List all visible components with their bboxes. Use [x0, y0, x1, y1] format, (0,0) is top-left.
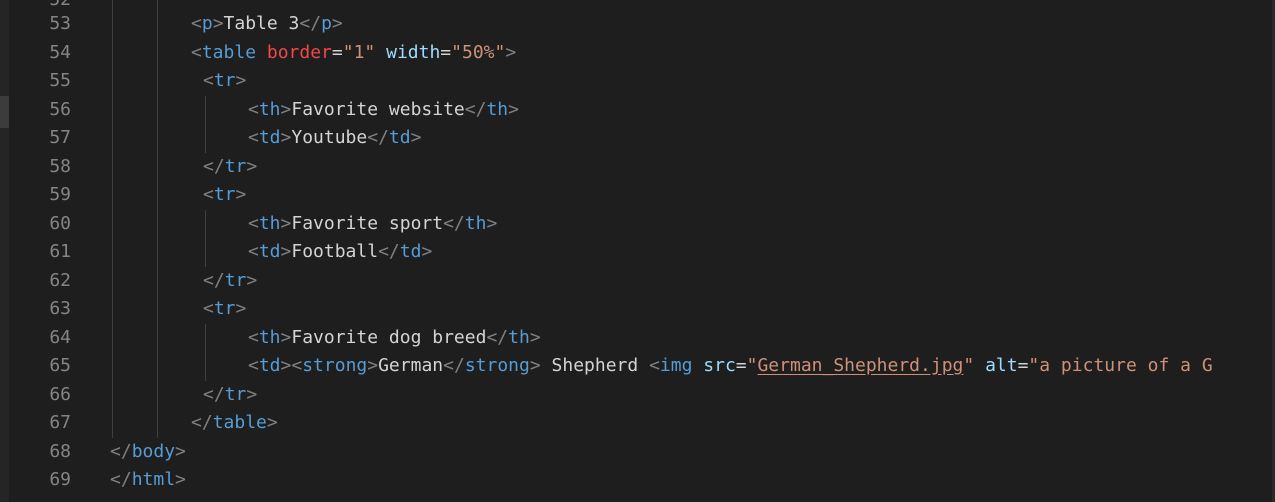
code-line-68: </body> [110, 441, 186, 462]
code-line-58: </tr> [203, 156, 258, 177]
code-line-56: <th>Favorite website</th> [248, 99, 519, 120]
indent-guide [157, 0, 158, 438]
code-editor[interactable]: 52 53 54 55 56 57 58 59 60 61 62 63 64 6… [0, 0, 1275, 502]
line-number: 54 [49, 42, 71, 63]
line-number: 63 [49, 298, 71, 319]
code-line-54: <table border="1" width="50%"> [191, 42, 517, 63]
code-text-area[interactable]: <p>Table 3</p> <table border="1" width="… [110, 0, 1275, 502]
code-line-57: <td>Youtube</td> [248, 127, 422, 148]
line-number: 60 [49, 213, 71, 234]
line-number: 57 [49, 127, 71, 148]
code-line-55: <tr> [203, 70, 247, 91]
line-number: 58 [49, 156, 71, 177]
code-line-64: <th>Favorite dog breed</th> [248, 327, 541, 348]
activity-strip [0, 0, 9, 502]
code-line-63: <tr> [203, 298, 247, 319]
code-line-59: <tr> [203, 184, 247, 205]
line-number: 55 [49, 70, 71, 91]
line-number: 67 [49, 412, 71, 433]
indent-guide [112, 0, 113, 438]
line-number-gutter: 52 53 54 55 56 57 58 59 60 61 62 63 64 6… [9, 0, 71, 502]
indent-guide [205, 210, 206, 267]
indent-guide [205, 96, 206, 153]
code-line-65: <td><strong>German</strong> Shepherd <im… [248, 355, 1213, 376]
line-number: 68 [49, 441, 71, 462]
code-line-61: <td>Football</td> [248, 241, 433, 262]
line-number: 66 [49, 384, 71, 405]
line-number: 53 [49, 13, 71, 34]
active-line-marker [0, 96, 9, 128]
code-line-66: </tr> [203, 384, 258, 405]
line-number: 65 [49, 355, 71, 376]
line-number: 61 [49, 241, 71, 262]
indent-guide [205, 324, 206, 381]
line-number: 62 [49, 270, 71, 291]
code-line-60: <th>Favorite sport</th> [248, 213, 498, 234]
image-file-link[interactable]: German_Shepherd.jpg [757, 355, 963, 376]
line-number: 64 [49, 327, 71, 348]
line-number: 69 [49, 469, 71, 490]
line-number: 56 [49, 99, 71, 120]
code-line-62: </tr> [203, 270, 258, 291]
code-line-67: </table> [191, 412, 278, 433]
code-line-53: <p>Table 3</p> [191, 13, 343, 34]
code-line-69: </html> [110, 469, 186, 490]
line-number: 59 [49, 184, 71, 205]
